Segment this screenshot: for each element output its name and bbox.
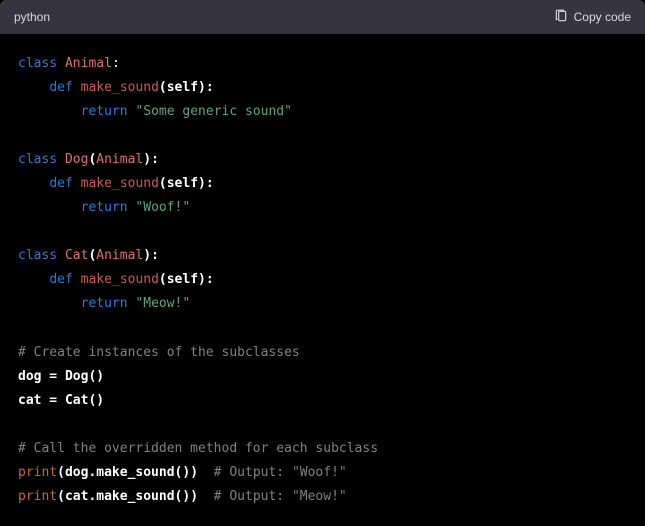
keyword: def xyxy=(49,80,72,95)
call-args: (cat.make_sound()) xyxy=(57,489,198,504)
base-class: Animal xyxy=(96,152,143,167)
keyword: class xyxy=(18,56,57,71)
string: "Some generic sound" xyxy=(135,104,292,119)
copy-code-label: Copy code xyxy=(574,10,631,24)
self-param: self xyxy=(167,176,198,191)
language-label: python xyxy=(14,10,50,24)
method-name: make_sound xyxy=(81,176,159,191)
clipboard-icon xyxy=(554,9,568,26)
punct: ( xyxy=(159,272,167,287)
statement: cat = Cat() xyxy=(18,393,104,408)
code-content[interactable]: class Animal: def make_sound(self): retu… xyxy=(0,34,645,526)
code-header: python Copy code xyxy=(0,0,645,34)
punct: ): xyxy=(198,80,214,95)
keyword: def xyxy=(49,176,72,191)
method-name: make_sound xyxy=(81,272,159,287)
code-block: python Copy code class Animal: def make_… xyxy=(0,0,645,526)
punct: ( xyxy=(159,176,167,191)
punct: ): xyxy=(143,248,159,263)
string: "Meow!" xyxy=(135,296,190,311)
call-args: (dog.make_sound()) xyxy=(57,465,198,480)
keyword: return xyxy=(81,104,128,119)
class-name: Dog xyxy=(65,152,88,167)
keyword: def xyxy=(49,272,72,287)
punct: ( xyxy=(159,80,167,95)
punct: : xyxy=(112,56,120,71)
comment: # Call the overridden method for each su… xyxy=(18,441,378,456)
keyword: class xyxy=(18,152,57,167)
self-param: self xyxy=(167,272,198,287)
copy-code-button[interactable]: Copy code xyxy=(554,9,631,26)
class-name: Cat xyxy=(65,248,88,263)
punct: ): xyxy=(143,152,159,167)
punct: ): xyxy=(198,272,214,287)
string: "Woof!" xyxy=(135,200,190,215)
punct: ): xyxy=(198,176,214,191)
comment: # Output: "Meow!" xyxy=(198,489,347,504)
method-name: make_sound xyxy=(81,80,159,95)
keyword: return xyxy=(81,200,128,215)
comment: # Create instances of the subclasses xyxy=(18,345,300,360)
keyword: class xyxy=(18,248,57,263)
builtin-fn: print xyxy=(18,465,57,480)
keyword: return xyxy=(81,296,128,311)
class-name: Animal xyxy=(65,56,112,71)
statement: dog = Dog() xyxy=(18,369,104,384)
builtin-fn: print xyxy=(18,489,57,504)
self-param: self xyxy=(167,80,198,95)
base-class: Animal xyxy=(96,248,143,263)
comment: # Output: "Woof!" xyxy=(198,465,347,480)
